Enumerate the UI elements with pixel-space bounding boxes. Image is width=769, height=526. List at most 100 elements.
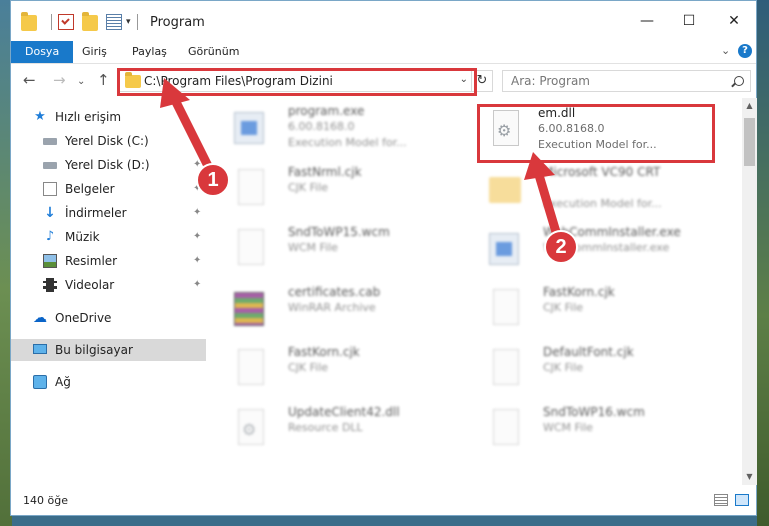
onedrive-cloud-icon: ☁ <box>33 310 47 326</box>
scrollbar-thumb[interactable] <box>744 118 755 166</box>
minimize-button[interactable]: — <box>633 9 661 33</box>
tab-gorunum[interactable]: Görünüm <box>188 41 239 63</box>
title-bar: ▾ Program — ☐ ✕ <box>11 1 756 41</box>
sidebar-item-label: OneDrive <box>55 311 112 325</box>
file-type: CJK File <box>288 361 329 374</box>
scroll-up-icon[interactable]: ▲ <box>742 98 757 114</box>
sidebar-item-label: Resimler <box>65 254 118 268</box>
recent-locations-button[interactable]: ⌄ <box>77 74 85 90</box>
address-dropdown-icon[interactable]: ⌄ <box>460 74 468 85</box>
pin-icon[interactable]: ✦ <box>193 226 201 248</box>
refresh-button[interactable]: ↻ <box>471 71 492 91</box>
file-item[interactable]: SndToWP16.wcm WCM File <box>471 401 703 457</box>
maximize-button[interactable]: ☐ <box>675 9 703 33</box>
sidebar-item-local-disk-c[interactable]: Yerel Disk (C:) <box>11 130 206 152</box>
sidebar-item-pictures[interactable]: Resimler ✦ <box>11 250 206 272</box>
details-view-icon[interactable] <box>714 494 728 506</box>
sidebar-item-quick-access[interactable]: ★ Hızlı erişim <box>11 106 206 128</box>
document-icon <box>489 349 523 389</box>
file-type: WCM File <box>543 421 593 434</box>
file-item[interactable]: Microsoft VC90 CRT Execution Model for..… <box>471 161 703 217</box>
scroll-down-icon[interactable]: ▼ <box>742 469 757 485</box>
file-name: Microsoft VC90 CRT <box>543 165 661 179</box>
file-name: program.exe <box>288 104 365 118</box>
tab-dosya[interactable]: Dosya <box>11 41 74 63</box>
new-folder-icon[interactable] <box>82 12 98 31</box>
close-button[interactable]: ✕ <box>720 9 748 33</box>
network-icon <box>33 375 47 389</box>
sidebar-item-this-pc[interactable]: Bu bilgisayar <box>11 339 206 361</box>
file-item[interactable]: FastKorn.cjk CJK File <box>216 341 448 397</box>
computer-icon <box>33 344 47 354</box>
file-item[interactable]: DefaultFont.cjk CJK File <box>471 341 703 397</box>
music-icon: ♪ <box>45 229 55 244</box>
file-name: FastNrml.cjk <box>288 165 362 179</box>
properties-check-icon[interactable] <box>58 14 74 30</box>
sidebar-item-onedrive[interactable]: ☁ OneDrive <box>11 307 206 329</box>
tab-paylas[interactable]: Paylaş <box>132 41 167 63</box>
expand-ribbon-icon[interactable]: ⌄ <box>721 44 730 57</box>
file-type: CJK File <box>543 361 584 374</box>
pictures-icon <box>43 254 57 268</box>
details-pane-icon[interactable] <box>106 14 122 30</box>
file-item[interactable]: FastKorn.cjk CJK File <box>471 281 703 337</box>
up-button[interactable]: ↑ <box>97 72 110 88</box>
sidebar-item-label: Belgeler <box>65 182 115 196</box>
forward-button[interactable]: → <box>53 72 66 88</box>
pin-icon[interactable]: ✦ <box>193 274 201 296</box>
file-name: UpdateClient42.dll <box>288 405 400 419</box>
file-item[interactable]: UpdateClient42.dll Resource DLL <box>216 401 448 457</box>
customize-toolbar-chevron-icon[interactable]: ▾ <box>126 17 131 27</box>
sidebar-item-downloads[interactable]: ↓ İndirmeler ✦ <box>11 202 206 224</box>
status-bar: 140 öğe <box>11 489 756 515</box>
sidebar-item-documents[interactable]: Belgeler ✦ <box>11 178 206 200</box>
document-icon <box>489 289 523 329</box>
videos-icon <box>43 278 57 292</box>
file-version: 6.00.8168.0 <box>288 120 355 133</box>
search-placeholder[interactable]: Ara: Program <box>511 74 590 88</box>
file-version: 6.00.8168.0 <box>538 122 605 135</box>
document-icon <box>489 409 523 449</box>
pin-icon[interactable]: ✦ <box>193 250 201 272</box>
file-item[interactable]: FastNrml.cjk CJK File <box>216 161 448 217</box>
step-badge-2: 2 <box>544 230 578 264</box>
star-icon: ★ <box>34 109 46 124</box>
installer-icon <box>489 229 523 269</box>
file-item[interactable]: certificates.cab WinRAR Archive <box>216 281 448 337</box>
file-type: WCM File <box>288 241 338 254</box>
item-count: 140 öğe <box>23 494 68 507</box>
address-bar[interactable]: C:\Program Files\Program Dizini ⌄ ↻ <box>119 70 493 92</box>
pin-icon[interactable]: ✦ <box>193 202 201 224</box>
toolbar-separator <box>51 14 52 30</box>
file-list: program.exe 6.00.8168.0 Execution Model … <box>216 98 736 481</box>
search-box[interactable]: Ara: Program <box>502 70 751 92</box>
file-name: SndToWP15.wcm <box>288 225 390 239</box>
sidebar-item-local-disk-d[interactable]: Yerel Disk (D:) ✦ <box>11 154 206 176</box>
window-title: Program <box>150 15 205 30</box>
folder-icon <box>21 12 37 31</box>
sidebar-item-label: Müzik <box>65 230 100 244</box>
file-item-em-dll[interactable]: em.dll 6.00.8168.0 Execution Model for..… <box>471 102 703 158</box>
file-explorer-window: ▾ Program — ☐ ✕ Dosya Giriş Paylaş Görün… <box>10 0 757 516</box>
file-item[interactable]: SndToWP15.wcm WCM File <box>216 221 448 277</box>
address-path[interactable]: C:\Program Files\Program Dizini <box>144 74 333 88</box>
help-icon[interactable]: ? <box>738 44 752 58</box>
file-type: Resource DLL <box>288 421 363 434</box>
file-type: CJK File <box>288 181 329 194</box>
vertical-scrollbar[interactable]: ▲ ▼ <box>742 98 757 485</box>
file-item[interactable]: program.exe 6.00.8168.0 Execution Model … <box>216 100 448 156</box>
disk-icon <box>43 138 57 145</box>
sidebar-item-videos[interactable]: Videolar ✦ <box>11 274 206 296</box>
document-icon <box>234 349 268 389</box>
sidebar-item-network[interactable]: Ağ <box>11 371 206 393</box>
sidebar-item-label: Ağ <box>55 375 71 389</box>
tab-giris[interactable]: Giriş <box>82 41 107 63</box>
desktop-background-right <box>757 0 769 526</box>
step-badge-1: 1 <box>196 163 230 197</box>
downloads-icon: ↓ <box>44 205 56 221</box>
disk-icon <box>43 162 57 169</box>
tiles-view-icon[interactable] <box>735 494 749 506</box>
sidebar-item-music[interactable]: ♪ Müzik ✦ <box>11 226 206 248</box>
file-item[interactable]: WebCommInstaller.exe WebCommInstaller.ex… <box>471 221 703 277</box>
back-button[interactable]: ← <box>23 72 36 88</box>
